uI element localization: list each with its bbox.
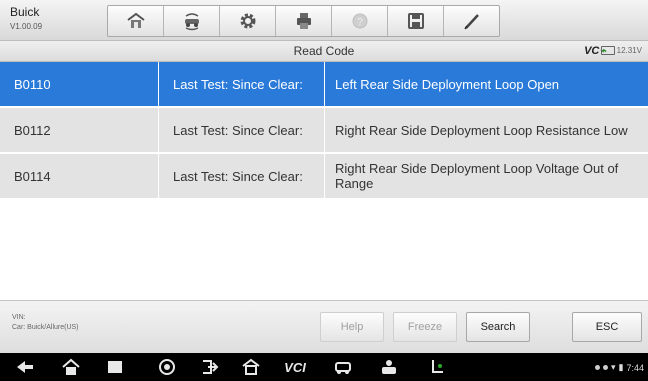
home-nav-icon[interactable] (60, 357, 82, 377)
vehicle-swap-button[interactable] (164, 6, 220, 36)
print-button[interactable] (276, 6, 332, 36)
remote-desk-icon[interactable] (332, 357, 354, 377)
esc-button[interactable]: ESC (572, 312, 642, 342)
code-list: B0110 Last Test: Since Clear: Left Rear … (0, 62, 648, 200)
description-cell: Right Rear Side Deployment Loop Voltage … (324, 154, 645, 198)
clock: 7:44 (626, 362, 644, 373)
help-button[interactable]: ? (332, 6, 388, 36)
top-toolbar: Buick V1.00.09 ? (0, 0, 648, 41)
app-name: Buick (10, 5, 40, 19)
battery-voltage: 12.31V (600, 46, 642, 55)
code-row[interactable]: B0114 Last Test: Since Clear: Right Rear… (0, 154, 648, 200)
vin-label: VIN: (12, 314, 26, 321)
code-cell: B0110 (14, 76, 51, 92)
notification-icon (594, 365, 600, 370)
exit-app-icon[interactable] (198, 357, 220, 377)
help-icon: ? (352, 13, 367, 29)
print-icon (296, 13, 311, 29)
save-button[interactable] (388, 6, 444, 36)
description-cell: Left Rear Side Deployment Loop Open (324, 62, 645, 106)
recent-apps-icon[interactable] (104, 357, 126, 377)
signal-icon (602, 365, 608, 370)
page-title: Read Code (293, 44, 355, 58)
search-button[interactable]: Search (466, 312, 530, 342)
help-function-button[interactable]: Help (320, 312, 384, 342)
support-icon[interactable] (378, 357, 400, 377)
code-cell: B0114 (14, 168, 51, 184)
title-bar: Read Code VC⌁ 12.31V (0, 41, 648, 62)
browser-icon[interactable] (156, 357, 178, 377)
status-cell: Last Test: Since Clear: (158, 108, 333, 152)
battery-voltage-value: 12.31V (616, 46, 642, 55)
app-title: Buick V1.00.09 (10, 6, 42, 33)
vci-label: VC (584, 45, 600, 57)
svg-text:?: ? (357, 17, 363, 28)
service-icon[interactable] (426, 357, 448, 377)
code-row[interactable]: B0110 Last Test: Since Clear: Left Rear … (0, 62, 648, 108)
maxisys-home-icon[interactable] (240, 357, 262, 377)
status-area: ▾ ▮ 7:44 (594, 362, 644, 373)
vehicle-swap-icon (184, 13, 199, 31)
code-cell: B0112 (14, 122, 51, 138)
save-icon (407, 13, 424, 29)
function-bar: VIN: Car: Buick/Allure(US) Help Freeze S… (0, 300, 648, 353)
freeze-button[interactable]: Freeze (393, 312, 457, 342)
pen-icon (463, 14, 479, 30)
gear-icon (240, 13, 255, 29)
home-button[interactable] (108, 6, 164, 36)
app-version: V1.00.09 (10, 22, 43, 31)
code-row[interactable]: B0112 Last Test: Since Clear: Right Rear… (0, 108, 648, 154)
battery-status-icon: ▮ (618, 362, 624, 372)
vci-nav-label: VCI (284, 359, 306, 375)
wifi-icon: ▾ (610, 362, 616, 372)
status-cell: Last Test: Since Clear: (158, 154, 333, 198)
battery-icon (600, 46, 615, 55)
vehicle-info: VIN: Car: Buick/Allure(US) (12, 313, 79, 333)
car-label: Car: Buick/Allure(US) (12, 324, 79, 331)
edit-button[interactable] (444, 6, 499, 36)
settings-button[interactable] (220, 6, 276, 36)
home-icon (126, 12, 145, 28)
system-navigation-bar: VCI ▾ ▮ 7:44 (0, 353, 648, 381)
toolbar-buttons: ? (107, 5, 500, 37)
back-icon[interactable] (14, 357, 36, 377)
status-cell: Last Test: Since Clear: (158, 62, 333, 106)
vci-nav-icon[interactable]: VCI (280, 357, 310, 377)
description-cell: Right Rear Side Deployment Loop Resistan… (324, 108, 645, 152)
